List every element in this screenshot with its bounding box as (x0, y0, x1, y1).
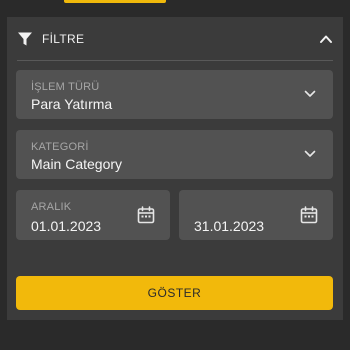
category-label: KATEGORİ (31, 141, 89, 153)
filter-panel: FİLTRE İŞLEM TÜRÜ Para Yatırma KATEGORİ … (7, 17, 343, 320)
range-start-date-value: 01.01.2023 (31, 218, 102, 234)
chevron-down-icon (304, 90, 316, 97)
category-value: Main Category (31, 156, 123, 172)
chevron-up-icon[interactable] (319, 33, 333, 45)
filter-funnel-icon (18, 32, 32, 46)
transaction-type-value: Para Yatırma (31, 96, 113, 112)
transaction-type-select[interactable]: İŞLEM TÜRÜ Para Yatırma (16, 70, 333, 119)
chevron-down-icon (304, 150, 316, 157)
header-divider (17, 60, 333, 61)
filter-panel-title: FİLTRE (42, 32, 85, 46)
range-start-date-field[interactable]: ARALIK 01.01.2023 (16, 190, 170, 240)
active-tab-indicator (64, 0, 166, 3)
transaction-type-label: İŞLEM TÜRÜ (31, 81, 100, 93)
calendar-icon[interactable] (299, 205, 319, 225)
category-select[interactable]: KATEGORİ Main Category (16, 130, 333, 179)
range-end-date-value: 31.01.2023 (194, 218, 265, 234)
filter-panel-header[interactable]: FİLTRE (7, 17, 343, 61)
calendar-icon[interactable] (136, 205, 156, 225)
range-end-date-field[interactable]: 31.01.2023 (179, 190, 333, 240)
show-button[interactable]: GÖSTER (16, 276, 333, 310)
range-label: ARALIK (31, 201, 72, 213)
